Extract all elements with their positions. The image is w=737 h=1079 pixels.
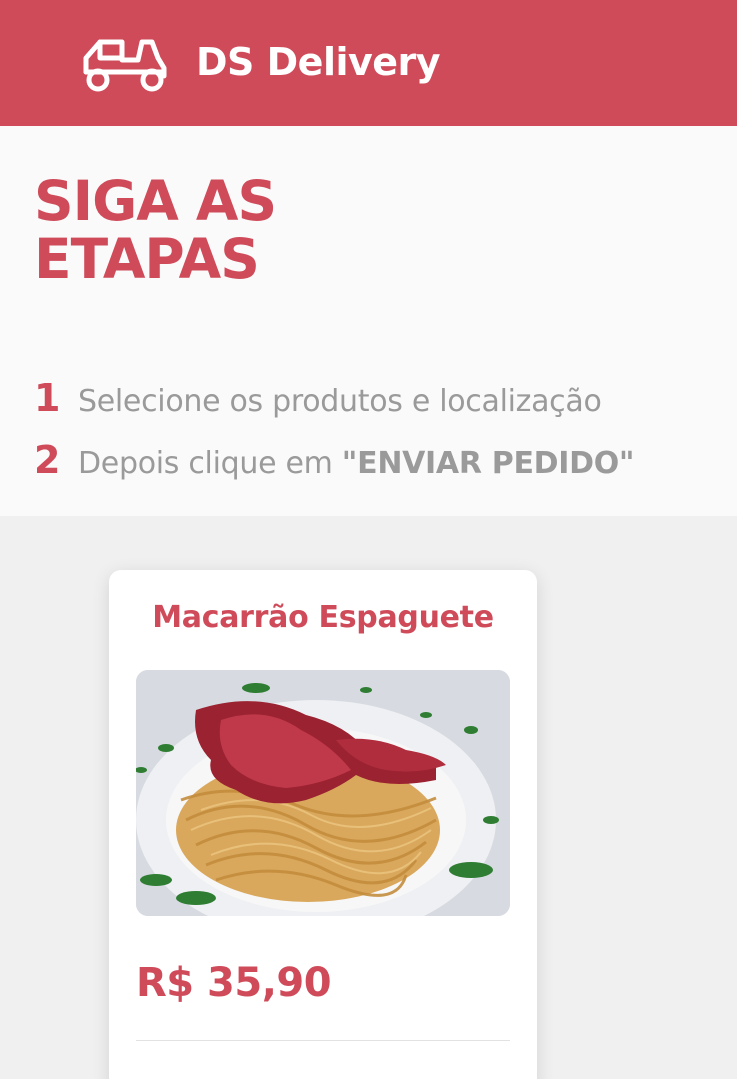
product-card[interactable]: Macarrão Espaguete R$ 35,90 (109, 570, 537, 1079)
step-item: 2 Depois clique em "ENVIAR PEDIDO" (34, 438, 635, 482)
top-navbar: DS Delivery (0, 0, 737, 126)
step-text: Depois clique em "ENVIAR PEDIDO" (78, 446, 635, 481)
step-text: Selecione os produtos e localização (78, 384, 602, 419)
steps-title-line1: SIGA AS (34, 169, 277, 233)
step-text-strong: "ENVIAR PEDIDO" (341, 446, 635, 481)
product-image (136, 670, 510, 916)
steps-title: SIGA AS ETAPAS (34, 172, 414, 288)
products-section: Macarrão Espaguete R$ 35,90 (0, 516, 737, 1079)
step-number: 1 (34, 376, 61, 420)
step-text-plain: Depois clique em (78, 446, 342, 481)
steps-title-line2: ETAPAS (34, 227, 260, 291)
product-name: Macarrão Espaguete (152, 600, 494, 635)
step-number: 2 (34, 438, 61, 482)
delivery-scooter-icon[interactable] (78, 30, 170, 94)
steps-section: SIGA AS ETAPAS 1 Selecione os produtos e… (0, 126, 737, 516)
product-price: R$ 35,90 (136, 960, 332, 1006)
step-item: 1 Selecione os produtos e localização (34, 376, 602, 420)
brand-name[interactable]: DS Delivery (196, 40, 441, 84)
card-divider (136, 1040, 510, 1041)
